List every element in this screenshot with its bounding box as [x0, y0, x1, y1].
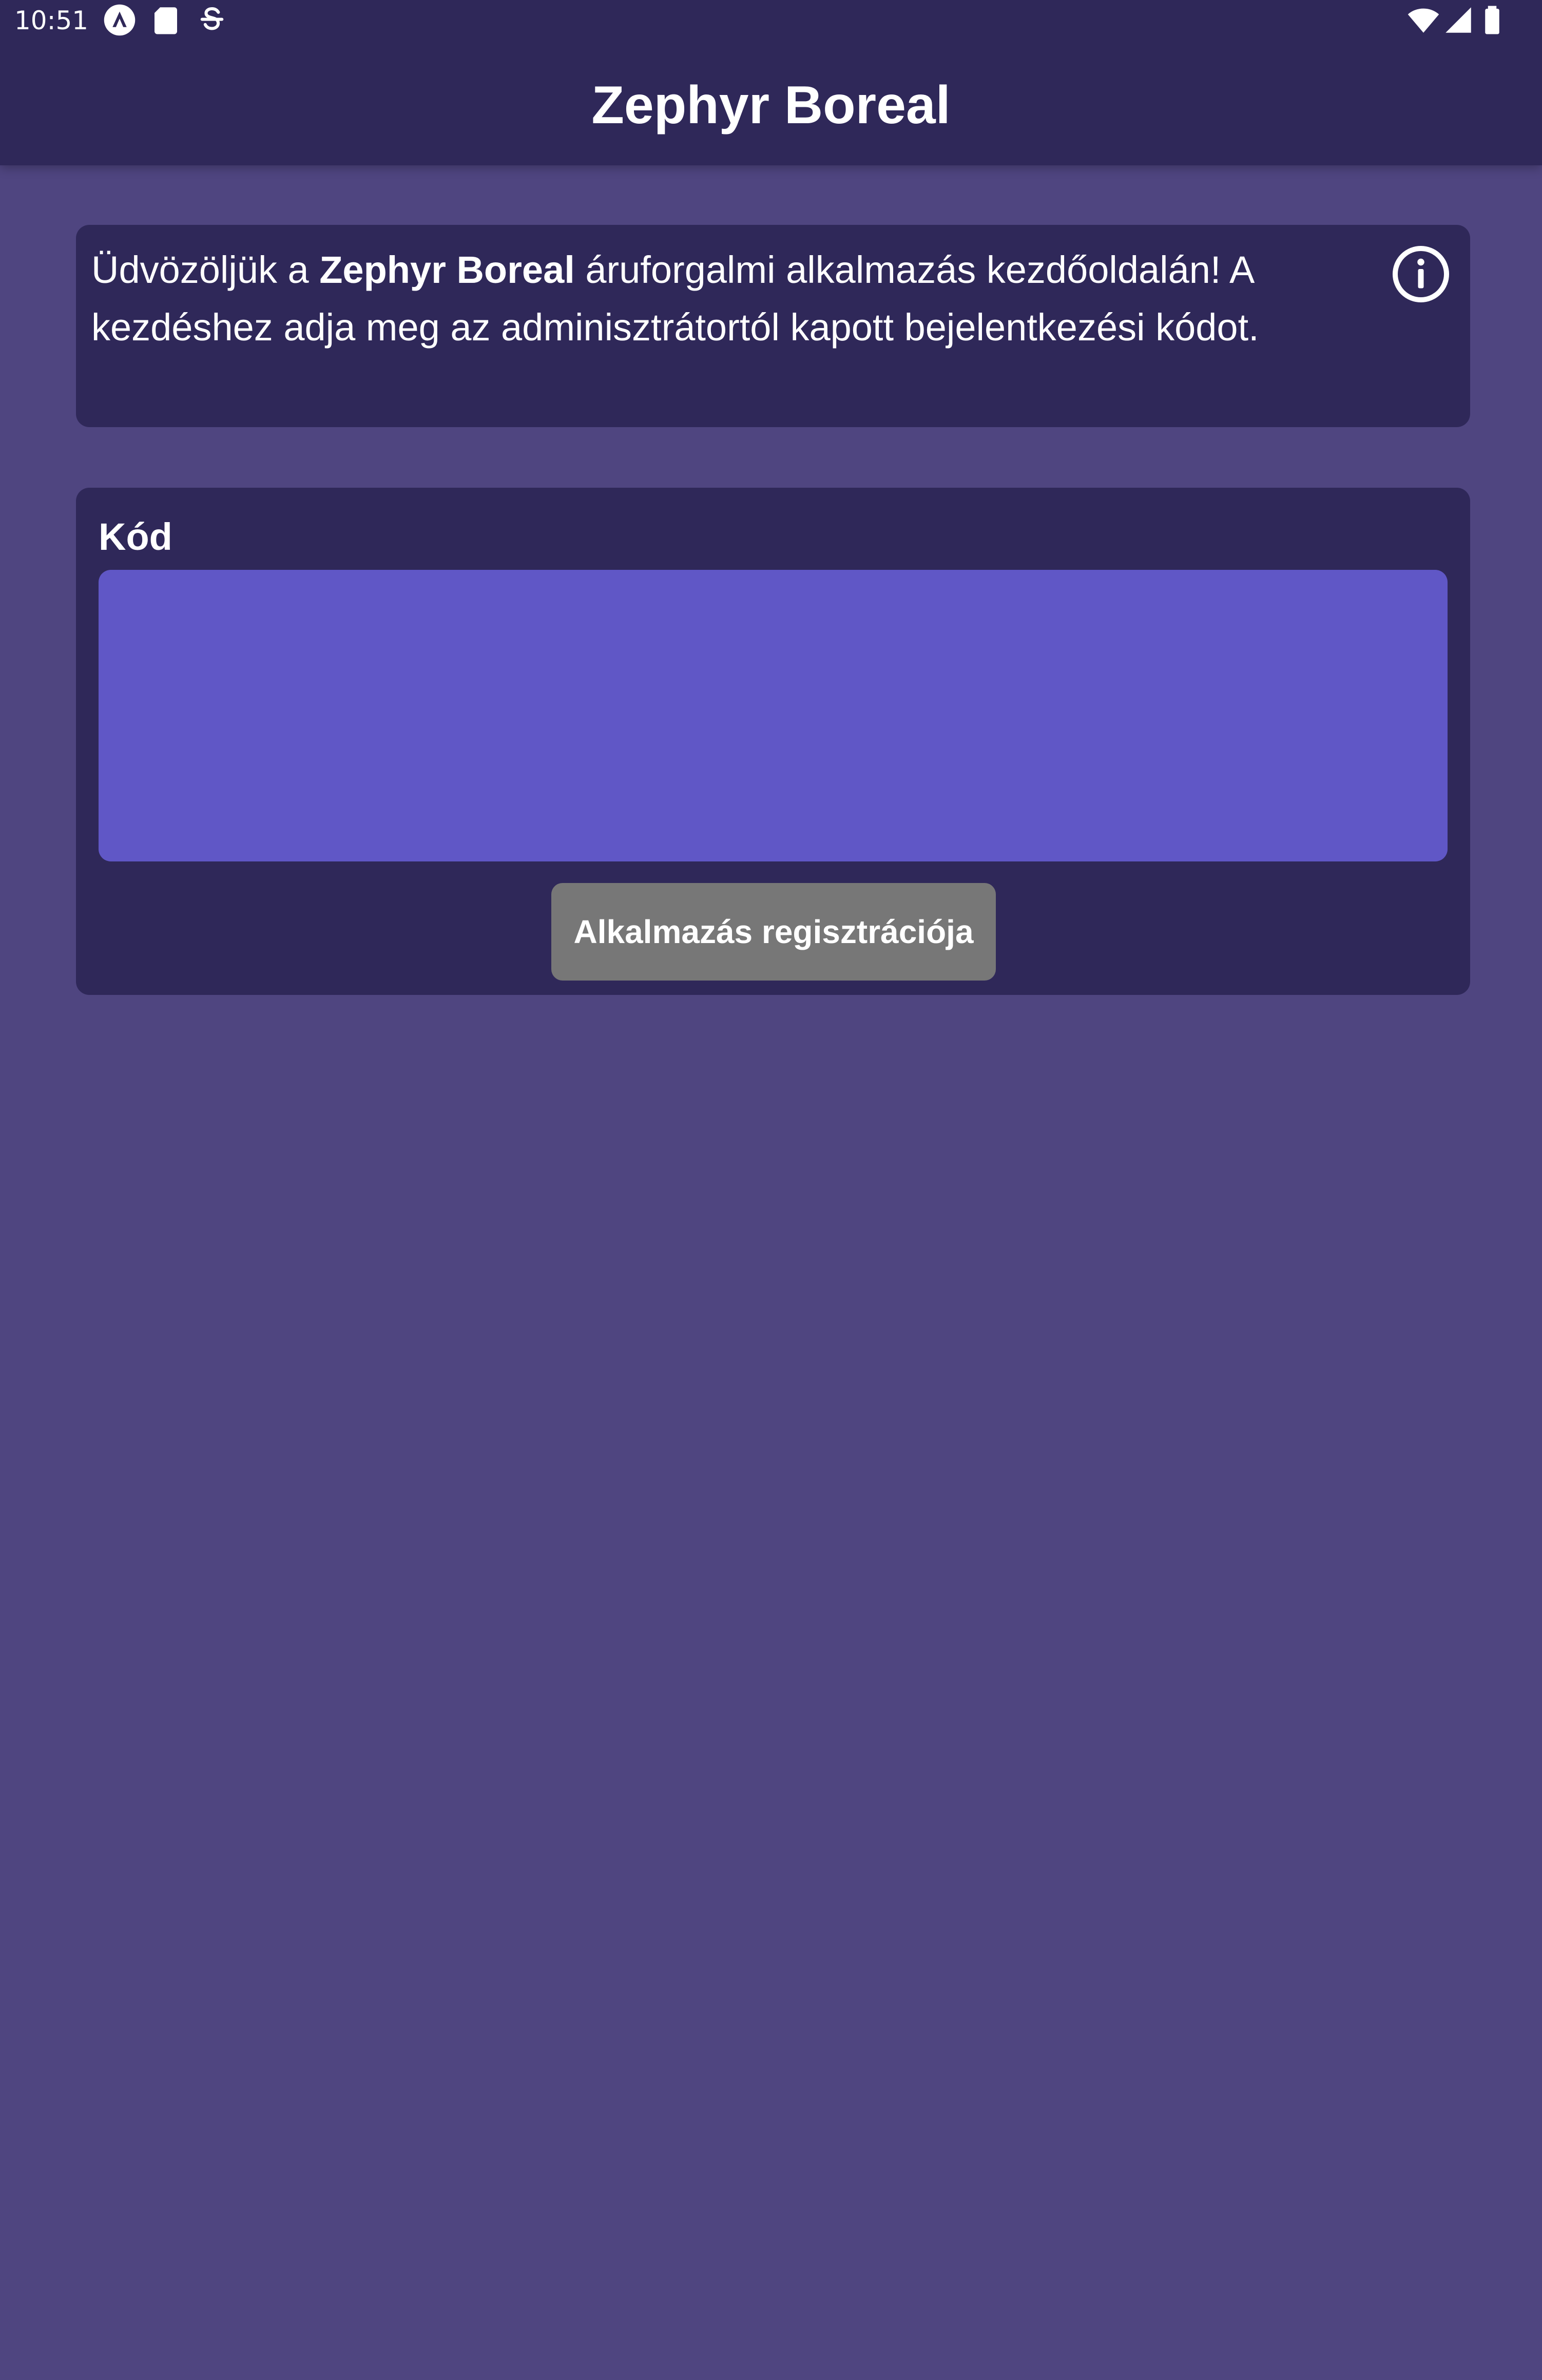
app-a-icon: [103, 3, 137, 37]
code-label: Kód: [99, 515, 172, 558]
page-title: Zephyr Boreal: [591, 75, 951, 135]
info-icon[interactable]: [1390, 243, 1452, 305]
sync-s-icon: [195, 3, 229, 37]
cell-signal-icon: [1441, 3, 1475, 37]
battery-icon: [1475, 3, 1509, 37]
welcome-message: Üdvözöljük a Zephyr Boreal áruforgalmi a…: [91, 241, 1375, 356]
welcome-text-start: Üdvözöljük a: [91, 248, 320, 291]
sd-card-icon: [149, 3, 183, 37]
welcome-card: Üdvözöljük a Zephyr Boreal áruforgalmi a…: [76, 225, 1470, 427]
status-bar: 10:51: [0, 0, 1542, 41]
status-time: 10:51: [14, 6, 89, 35]
register-app-button[interactable]: Alkalmazás regisztrációja: [551, 883, 996, 981]
welcome-brand-name: Zephyr Boreal: [319, 248, 575, 291]
login-code-card: Kód Alkalmazás regisztrációja: [76, 488, 1470, 995]
code-input[interactable]: [99, 570, 1448, 861]
app-top-bar: 10:51 Zephyr Boreal: [0, 0, 1542, 165]
wifi-icon: [1406, 3, 1440, 37]
